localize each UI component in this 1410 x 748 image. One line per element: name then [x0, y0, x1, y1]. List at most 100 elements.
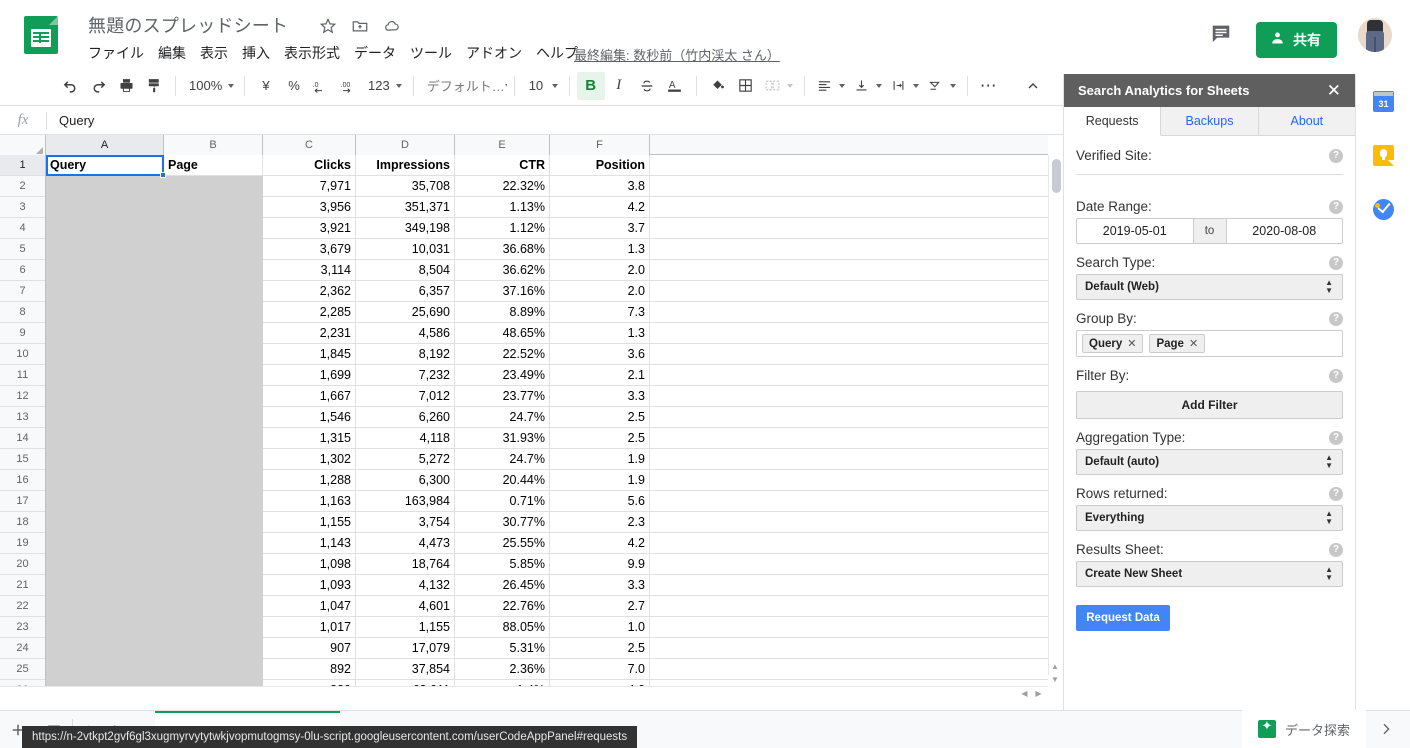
grid-cell[interactable]	[650, 386, 1048, 407]
grid-cell[interactable]: 1.0	[550, 617, 650, 638]
grid-cell[interactable]: 8,192	[356, 344, 455, 365]
grid-cell[interactable]: 5.31%	[455, 638, 550, 659]
grid-cell[interactable]: 3.8	[550, 176, 650, 197]
paint-format-icon[interactable]	[140, 72, 168, 100]
grid-cell[interactable]	[164, 386, 263, 407]
grid-cell[interactable]: 1.12%	[455, 218, 550, 239]
grid-cell[interactable]: 9.9	[550, 554, 650, 575]
grid-cell[interactable]	[164, 491, 263, 512]
vertical-scrollbar-thumb[interactable]	[1052, 159, 1061, 193]
grid-cell[interactable]: 1,155	[356, 617, 455, 638]
grid-cell[interactable]: 7.3	[550, 302, 650, 323]
tab-requests[interactable]: Requests	[1064, 107, 1162, 136]
grid-cell[interactable]	[650, 365, 1048, 386]
grid-cell[interactable]	[650, 407, 1048, 428]
tab-backups[interactable]: Backups	[1161, 107, 1259, 135]
italic-button[interactable]: I	[605, 72, 633, 100]
grid-cell[interactable]	[164, 365, 263, 386]
grid-cell[interactable]: 17,079	[356, 638, 455, 659]
grid-cell[interactable]	[650, 344, 1048, 365]
grid-cell[interactable]: 351,371	[356, 197, 455, 218]
help-icon[interactable]: ?	[1329, 430, 1343, 445]
grid-cell[interactable]: 2.5	[550, 638, 650, 659]
grid-cell[interactable]	[650, 533, 1048, 554]
remove-chip-icon[interactable]: ✕	[1127, 337, 1136, 350]
grid-cell[interactable]	[164, 512, 263, 533]
grid-cell[interactable]	[164, 470, 263, 491]
row-header-8[interactable]: 8	[0, 302, 45, 323]
grid-cell[interactable]	[46, 512, 164, 533]
grid-cell[interactable]	[650, 155, 1048, 176]
grid-cell[interactable]: 37.16%	[455, 281, 550, 302]
grid-cell[interactable]: 907	[263, 638, 356, 659]
grid-cell[interactable]	[46, 575, 164, 596]
grid-cell[interactable]: Impressions	[356, 155, 455, 176]
grid-cell[interactable]: 8.89%	[455, 302, 550, 323]
row-header-23[interactable]: 23	[0, 617, 45, 638]
grid-cell[interactable]: 6,260	[356, 407, 455, 428]
grid-cell[interactable]	[164, 659, 263, 680]
grid-cell[interactable]	[650, 638, 1048, 659]
grid-cell[interactable]	[650, 659, 1048, 680]
grid-cell[interactable]: 23.77%	[455, 386, 550, 407]
borders-icon[interactable]	[732, 72, 760, 100]
grid-cell[interactable]: 7,232	[356, 365, 455, 386]
explore-button[interactable]: データ探索	[1241, 710, 1366, 748]
grid-cell[interactable]	[46, 239, 164, 260]
grid-cell[interactable]: 1,017	[263, 617, 356, 638]
menu-item-4[interactable]: 表示形式	[284, 43, 340, 63]
results-sheet-select[interactable]: Create New Sheet ▲ ▼	[1076, 561, 1343, 587]
grid-cell[interactable]	[46, 218, 164, 239]
row-header-17[interactable]: 17	[0, 491, 45, 512]
font-size-selector[interactable]: 10	[522, 72, 562, 100]
grid-cell[interactable]	[650, 302, 1048, 323]
grid-cell[interactable]: 3.6	[550, 344, 650, 365]
grid-cell[interactable]: 1,155	[263, 512, 356, 533]
grid-cell[interactable]: 2,285	[263, 302, 356, 323]
text-color-button[interactable]: A	[661, 72, 689, 100]
column-header-a[interactable]: A	[46, 135, 164, 155]
grid-cell[interactable]: 8,504	[356, 260, 455, 281]
grid-cell[interactable]: 24.7%	[455, 407, 550, 428]
help-icon[interactable]: ?	[1329, 255, 1343, 270]
grid-cell[interactable]: 1,143	[263, 533, 356, 554]
grid-cell[interactable]: 1.9	[550, 470, 650, 491]
menu-item-8[interactable]: ヘルプ	[536, 43, 578, 63]
grid-cell[interactable]: 7.0	[550, 659, 650, 680]
text-rotation-icon[interactable]	[923, 72, 960, 100]
column-header-f[interactable]: F	[550, 135, 650, 155]
grid-cell[interactable]	[164, 533, 263, 554]
grid-cell[interactable]: 1,093	[263, 575, 356, 596]
grid-cell[interactable]: 6,300	[356, 470, 455, 491]
grid-cell[interactable]	[46, 533, 164, 554]
grid-cell[interactable]: 1,302	[263, 449, 356, 470]
grid-cell[interactable]: 31.93%	[455, 428, 550, 449]
grid-cell[interactable]	[650, 176, 1048, 197]
row-header-10[interactable]: 10	[0, 344, 45, 365]
grid-cell[interactable]: 7,012	[356, 386, 455, 407]
grid-cell[interactable]: 1,098	[263, 554, 356, 575]
grid-cell[interactable]	[650, 491, 1048, 512]
row-header-21[interactable]: 21	[0, 575, 45, 596]
grid-cell[interactable]: CTR	[455, 155, 550, 176]
row-header-15[interactable]: 15	[0, 449, 45, 470]
grid-cell[interactable]	[650, 239, 1048, 260]
menu-item-6[interactable]: ツール	[410, 43, 452, 63]
grid-cell[interactable]: 4,586	[356, 323, 455, 344]
grid-cell[interactable]: 4,132	[356, 575, 455, 596]
close-icon[interactable]: ✕	[1327, 82, 1341, 99]
horizontal-align-icon[interactable]	[812, 72, 849, 100]
grid-cell[interactable]: 88.05%	[455, 617, 550, 638]
row-header-2[interactable]: 2	[0, 176, 45, 197]
grid-cell[interactable]	[164, 281, 263, 302]
comment-icon[interactable]	[1209, 22, 1233, 44]
cloud-status-icon[interactable]	[383, 17, 401, 35]
grid-cell[interactable]	[164, 323, 263, 344]
grid-cell[interactable]	[650, 260, 1048, 281]
request-data-button[interactable]: Request Data	[1076, 605, 1170, 631]
zoom-selector[interactable]: 100%	[183, 72, 237, 100]
row-header-14[interactable]: 14	[0, 428, 45, 449]
grid-cell[interactable]: 2.3	[550, 512, 650, 533]
row-header-9[interactable]: 9	[0, 323, 45, 344]
grid-cell[interactable]: 892	[263, 659, 356, 680]
